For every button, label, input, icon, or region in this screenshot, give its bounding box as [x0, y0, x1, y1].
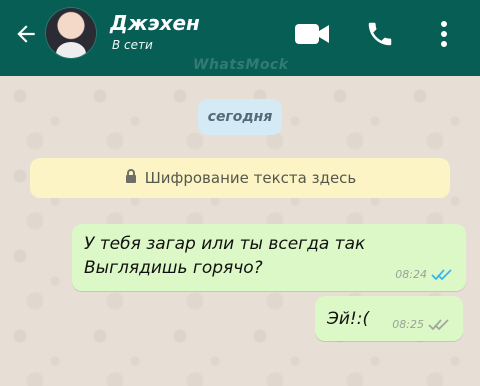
voice-call-button[interactable] [362, 18, 398, 54]
back-button[interactable] [10, 20, 42, 52]
contact-name[interactable]: Джэхен [110, 11, 200, 35]
message-text: У тебя загар или ты всегда так Выглядишь… [84, 234, 366, 278]
message-time: 08:24 [395, 268, 427, 281]
outgoing-message[interactable]: Эй!:( 08:25 [315, 296, 463, 341]
more-options-button[interactable] [426, 18, 462, 54]
back-arrow-icon [13, 21, 39, 51]
date-label: сегодня [207, 109, 273, 125]
double-check-read-icon [431, 268, 452, 281]
contact-status: В сети [112, 38, 153, 52]
watermark: WhatsMock [193, 57, 289, 73]
video-call-icon [294, 21, 330, 51]
contact-avatar[interactable] [46, 8, 96, 58]
phone-icon [365, 19, 395, 53]
encryption-text: Шифрование текста здесь [144, 169, 357, 187]
outgoing-message[interactable]: У тебя загар или ты всегда так Выглядишь… [72, 224, 466, 291]
lock-icon [124, 168, 138, 188]
date-separator: сегодня [198, 99, 282, 135]
more-vert-icon [439, 19, 449, 53]
message-meta: 08:24 [395, 268, 452, 281]
double-check-delivered-icon [428, 318, 449, 331]
message-text: Эй!:( [327, 309, 370, 329]
message-meta: 08:25 [392, 318, 449, 331]
chat-header: Джэхен В сети WhatsMock [0, 0, 480, 76]
message-time: 08:25 [392, 318, 424, 331]
encryption-notice[interactable]: Шифрование текста здесь [30, 158, 450, 198]
video-call-button[interactable] [294, 18, 330, 54]
